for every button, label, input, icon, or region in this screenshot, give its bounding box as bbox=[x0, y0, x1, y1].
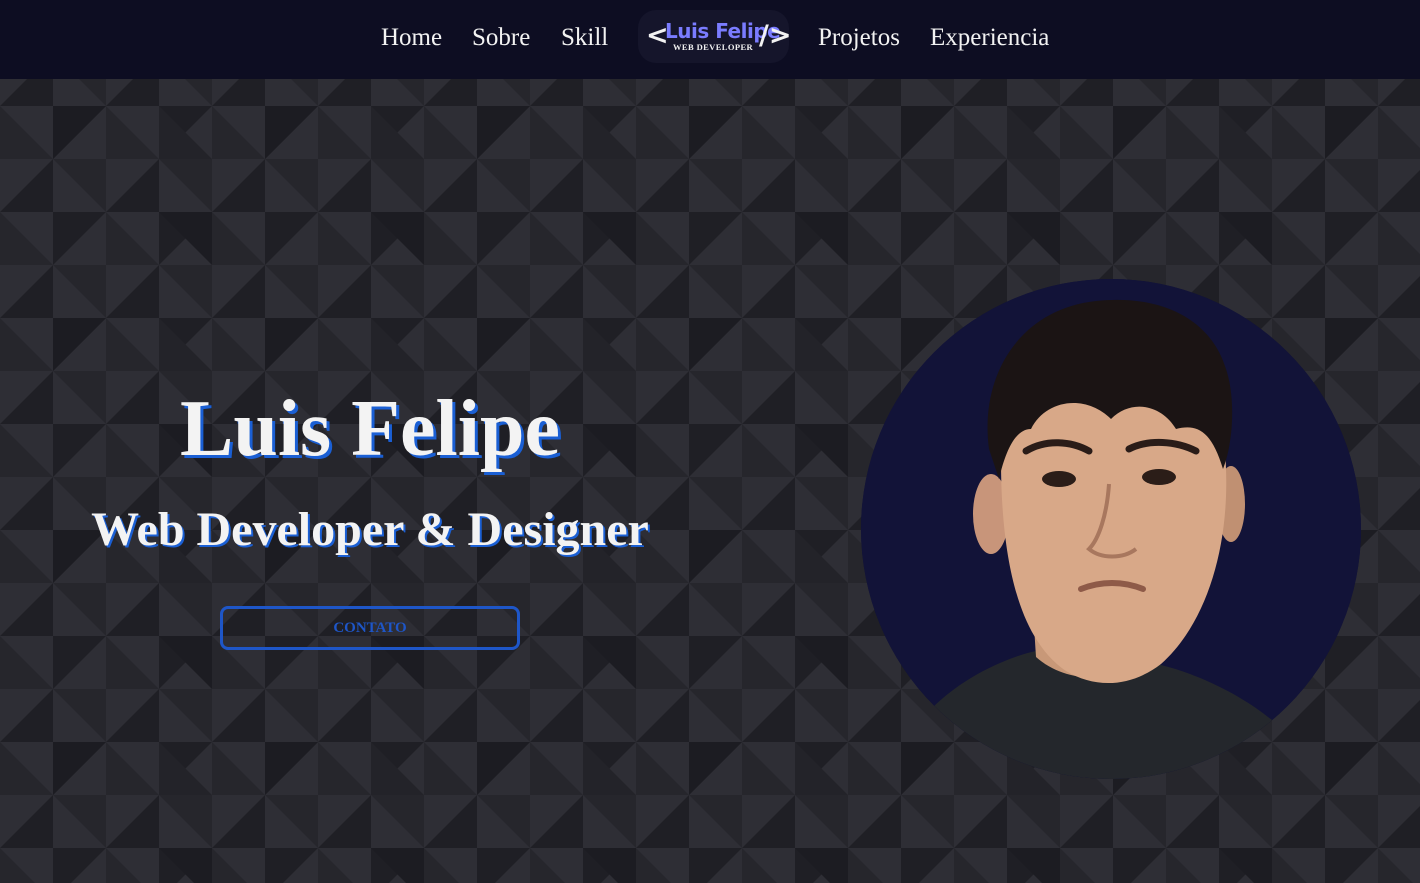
logo-close-bracket: /> bbox=[759, 20, 792, 51]
site-logo[interactable]: < Luis Felipe WEB DEVELOPER /> bbox=[638, 10, 792, 63]
avatar bbox=[861, 279, 1361, 779]
nav-experiencia[interactable]: Experiencia bbox=[930, 24, 1049, 52]
hero-role: Web Developer & Designer bbox=[91, 503, 649, 556]
hero-section: Luis Felipe Web Developer & Designer CON… bbox=[0, 79, 1420, 883]
nav-skill[interactable]: Skill bbox=[561, 24, 608, 52]
nav-sobre[interactable]: Sobre bbox=[472, 24, 530, 52]
contact-button[interactable]: CONTATO bbox=[220, 606, 520, 650]
nav-projetos[interactable]: Projetos bbox=[818, 24, 900, 52]
logo-subtitle: WEB DEVELOPER bbox=[673, 42, 754, 52]
nav-home[interactable]: Home bbox=[381, 24, 442, 52]
hero-name: Luis Felipe bbox=[179, 385, 561, 473]
profile-photo bbox=[861, 279, 1361, 779]
top-navbar: Home Sobre Skill < Luis Felipe WEB DEVEL… bbox=[0, 0, 1420, 79]
